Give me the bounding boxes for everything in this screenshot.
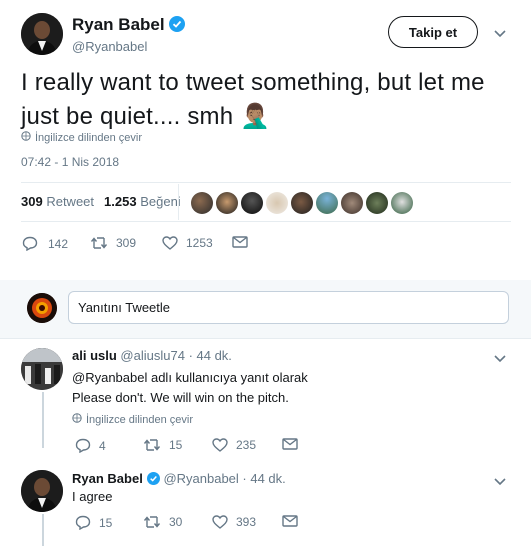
reply-icon — [75, 438, 91, 453]
current-user-avatar[interactable] — [27, 293, 57, 323]
reply-time[interactable]: · 44 dk. — [189, 348, 232, 363]
reply-icon — [75, 515, 91, 530]
reply-count: 142 — [48, 236, 69, 251]
chevron-down-icon[interactable] — [494, 350, 506, 366]
like-count: 1253 — [186, 236, 213, 250]
retweet-stat[interactable]: 309 Retweet — [21, 194, 94, 209]
verified-badge-icon — [146, 472, 160, 488]
reply-text: I agree — [72, 489, 113, 504]
like-action[interactable]: 393 — [212, 515, 256, 529]
heart-icon — [212, 515, 228, 529]
liker-avatar[interactable] — [366, 192, 388, 214]
translate-label: İngilizce dilinden çevir — [86, 413, 193, 426]
reply-action[interactable]: 15 — [75, 515, 112, 530]
retweet-action[interactable]: 15 — [143, 438, 182, 452]
liker-avatar[interactable] — [291, 192, 313, 214]
like-count: 1.253 — [104, 194, 137, 209]
author-info: Ryan Babel @Ryanbabel — [72, 15, 185, 54]
like-label: Beğeni — [140, 194, 181, 209]
liker-avatar[interactable] — [191, 192, 213, 214]
reply-count: 4 — [99, 438, 106, 453]
message-action[interactable] — [232, 236, 248, 248]
stats-separator — [178, 184, 179, 220]
liker-avatar[interactable] — [216, 192, 238, 214]
divider — [0, 338, 531, 339]
author-avatar[interactable] — [21, 13, 63, 55]
tweet-timestamp[interactable]: 07:42 - 1 Nis 2018 — [21, 155, 119, 169]
translate-label: İngilizce dilinden çevir — [35, 131, 142, 144]
retweet-count: 30 — [169, 515, 183, 529]
reply-text: Please don't. We will win on the pitch. — [72, 390, 289, 405]
envelope-icon — [282, 438, 298, 450]
divider — [21, 182, 511, 183]
translate-link[interactable]: İngilizce dilinden çevir — [72, 413, 193, 426]
author-name[interactable]: Ryan Babel — [72, 15, 165, 34]
liker-avatar[interactable] — [266, 192, 288, 214]
globe-icon — [21, 131, 31, 144]
reply-author-handle[interactable]: @aliuslu74 — [120, 348, 185, 363]
reply-author-handle[interactable]: @Ryanbabel — [163, 471, 238, 486]
translate-link[interactable]: İngilizce dilinden çevir — [21, 131, 142, 144]
retweet-icon — [143, 515, 161, 529]
like-action[interactable]: 1253 — [162, 236, 213, 250]
tweet-stats: 309 Retweet 1.253 Beğeni — [21, 194, 181, 209]
reply-count: 15 — [99, 515, 113, 530]
message-action[interactable] — [282, 438, 298, 450]
follow-button[interactable]: Takip et — [388, 16, 478, 48]
tweet-text: I really want to tweet something, but le… — [21, 69, 485, 130]
chevron-down-icon[interactable] — [494, 25, 506, 41]
likers-avatars — [191, 192, 413, 214]
reply-avatar[interactable] — [21, 348, 63, 390]
reply-author-name[interactable]: Ryan Babel — [72, 471, 143, 486]
heart-icon — [212, 438, 228, 452]
liker-avatar[interactable] — [241, 192, 263, 214]
reply-header: ali uslu @aliuslu74 · 44 dk. — [72, 348, 232, 363]
reply-action[interactable]: 4 — [75, 438, 106, 453]
like-action[interactable]: 235 — [212, 438, 256, 452]
heart-icon — [162, 236, 178, 250]
verified-badge-icon — [168, 16, 185, 37]
chevron-down-icon[interactable] — [494, 473, 506, 489]
retweet-action[interactable]: 30 — [143, 515, 182, 529]
liker-avatar[interactable] — [316, 192, 338, 214]
envelope-icon — [232, 236, 248, 248]
reply-action[interactable]: 142 — [22, 236, 68, 251]
like-count: 235 — [236, 438, 257, 452]
reply-to-label: @Ryanbabel adlı kullanıcıya yanıt olarak — [72, 370, 308, 385]
like-count: 393 — [236, 515, 257, 529]
liker-avatar[interactable] — [341, 192, 363, 214]
envelope-icon — [282, 515, 298, 527]
globe-icon — [72, 413, 82, 426]
reply-author-name[interactable]: ali uslu — [72, 348, 117, 363]
retweet-icon — [90, 236, 108, 250]
reply-input[interactable] — [68, 291, 509, 324]
thread-line — [42, 514, 44, 546]
like-stat[interactable]: 1.253 Beğeni — [104, 194, 181, 209]
retweet-icon — [143, 438, 161, 452]
message-action[interactable] — [282, 515, 298, 527]
author-handle[interactable]: @Ryanbabel — [72, 39, 185, 54]
retweet-count: 309 — [21, 194, 43, 209]
retweet-label: Retweet — [46, 194, 95, 209]
retweet-action[interactable]: 309 — [90, 236, 136, 250]
reply-header: Ryan Babel @Ryanbabel · 44 dk. — [72, 471, 286, 488]
reply-avatar[interactable] — [21, 470, 63, 512]
liker-avatar[interactable] — [391, 192, 413, 214]
reply-icon — [22, 236, 38, 251]
divider — [21, 221, 511, 222]
thread-line — [42, 392, 44, 448]
retweet-count: 309 — [116, 236, 137, 250]
retweet-count: 15 — [169, 438, 183, 452]
reply-time[interactable]: · 44 dk. — [242, 471, 285, 486]
